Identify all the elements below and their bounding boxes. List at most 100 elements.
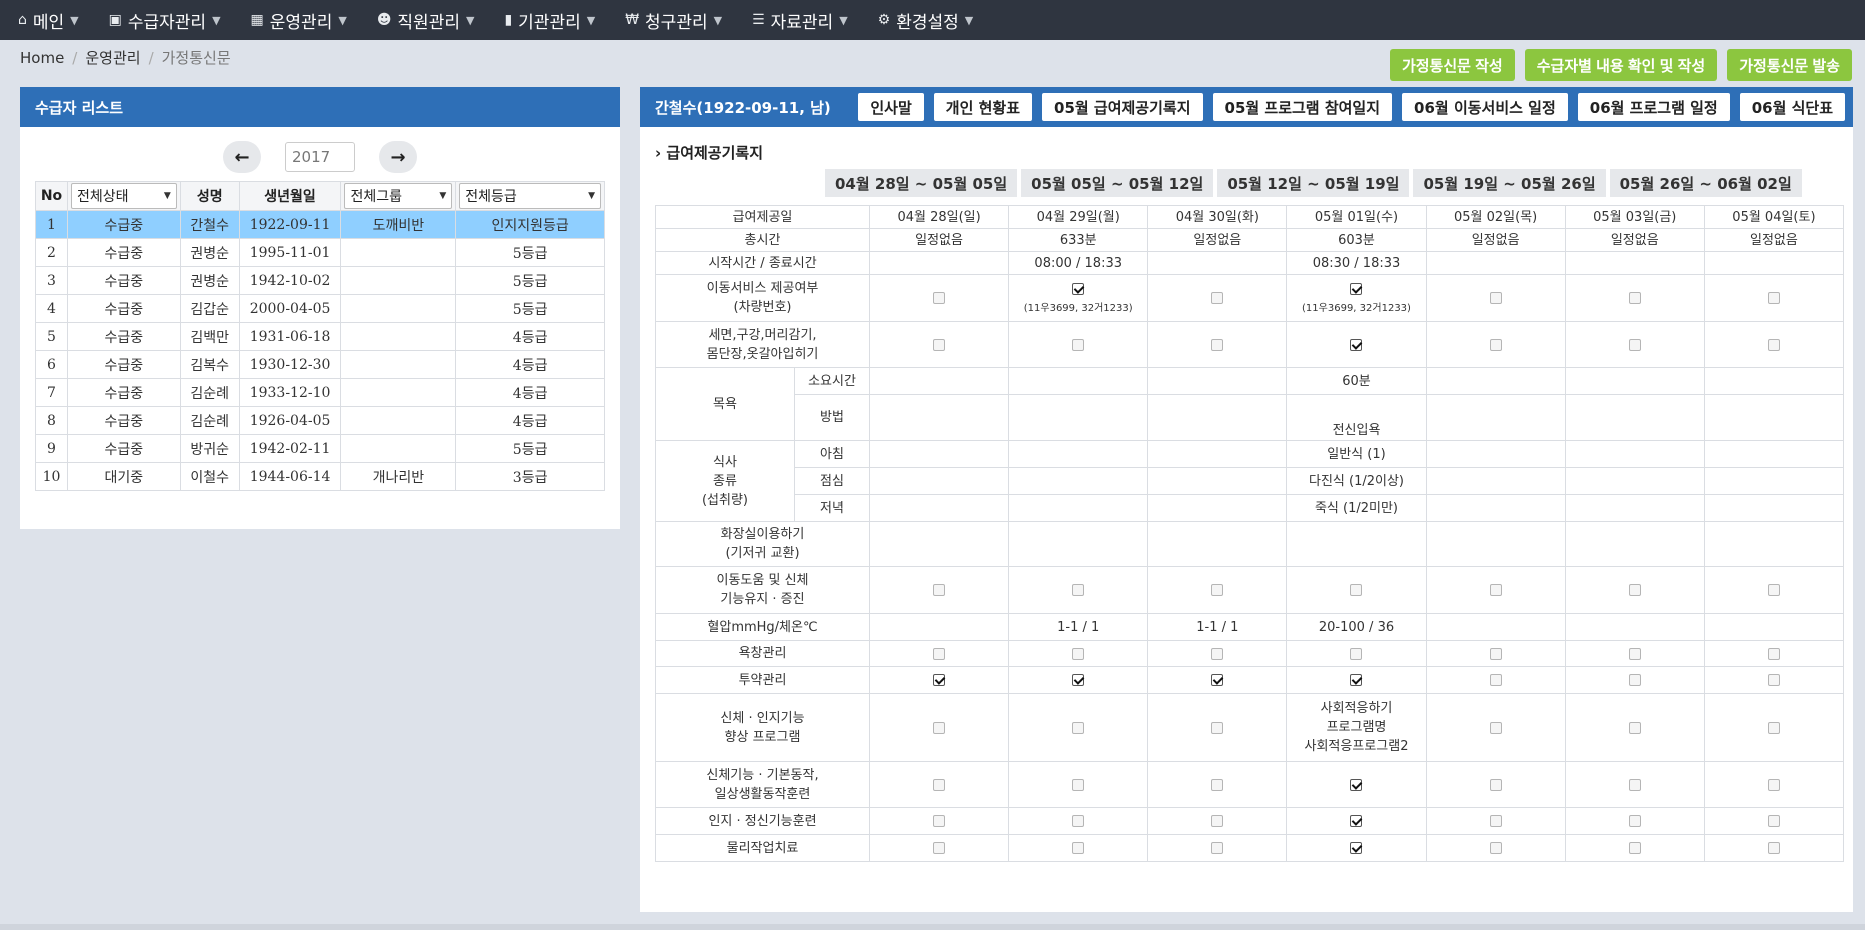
table-row[interactable]: 1 수급중 간철수 1922-09-11 도깨비반 인지지원등급: [35, 210, 605, 239]
detail-button-4[interactable]: 06월 이동서비스 일정: [1402, 93, 1568, 121]
nav-operation[interactable]: ▦ 운영관리 ▼: [251, 0, 347, 40]
checkbox[interactable]: [1767, 778, 1780, 791]
week-button-0[interactable]: 04월 28일 ~ 05월 05일: [825, 169, 1018, 197]
checkbox[interactable]: [1211, 778, 1224, 791]
checkbox[interactable]: [1628, 842, 1641, 854]
checkbox[interactable]: [1211, 338, 1224, 351]
checkbox[interactable]: [1211, 674, 1224, 686]
checkbox[interactable]: [1211, 815, 1224, 827]
checkbox[interactable]: [1072, 778, 1085, 791]
checkbox[interactable]: [1767, 721, 1780, 734]
detail-button-6[interactable]: 06월 식단표: [1739, 93, 1845, 121]
checkbox[interactable]: [1350, 778, 1363, 791]
checkbox[interactable]: [1767, 647, 1780, 660]
checkbox[interactable]: [1628, 584, 1641, 596]
checkbox[interactable]: [1350, 842, 1363, 854]
detail-button-2[interactable]: 05월 급여제공기록지: [1042, 93, 1203, 121]
checkbox[interactable]: [1350, 647, 1363, 660]
grade-filter-select[interactable]: 전체등급 ▼: [459, 183, 601, 209]
checkbox[interactable]: [1211, 721, 1224, 734]
nav-clients[interactable]: ▣ 수급자관리 ▼: [109, 0, 221, 40]
checkbox[interactable]: [1350, 674, 1363, 686]
checkbox[interactable]: [1211, 842, 1224, 854]
detail-button-0[interactable]: 인사말: [858, 93, 924, 121]
table-row[interactable]: 3 수급중 권병순 1942-10-02 5등급: [35, 266, 605, 295]
checkbox[interactable]: [1072, 721, 1085, 734]
checkbox[interactable]: [1489, 584, 1502, 596]
checkbox[interactable]: [1767, 338, 1780, 351]
checkbox[interactable]: [933, 815, 946, 827]
table-row[interactable]: 8 수급중 김순례 1926-04-05 4등급: [35, 406, 605, 435]
breadcrumb-home[interactable]: Home: [20, 49, 64, 67]
checkbox[interactable]: [1350, 815, 1363, 827]
checkbox[interactable]: [933, 647, 946, 660]
nav-settings[interactable]: ⚙ 환경설정 ▼: [878, 0, 974, 40]
checkbox[interactable]: [1211, 584, 1224, 596]
checkbox[interactable]: [1628, 815, 1641, 827]
checkbox[interactable]: [933, 674, 946, 686]
year-input[interactable]: 2017: [285, 142, 355, 172]
nav-billing[interactable]: ₩ 청구관리 ▼: [625, 0, 722, 40]
checkbox[interactable]: [1072, 674, 1085, 686]
checkbox[interactable]: [1072, 282, 1085, 295]
breadcrumb-section[interactable]: 운영관리: [85, 47, 140, 68]
checkbox[interactable]: [933, 778, 946, 791]
prev-year-button[interactable]: ←: [223, 141, 261, 173]
week-button-1[interactable]: 05월 05일 ~ 05월 12일: [1021, 169, 1214, 197]
checkbox[interactable]: [1211, 647, 1224, 660]
checkbox[interactable]: [1350, 282, 1363, 295]
checkbox[interactable]: [1767, 815, 1780, 827]
nav-main[interactable]: ⌂ 메인 ▼: [18, 0, 79, 40]
checkbox[interactable]: [933, 292, 946, 304]
checkbox[interactable]: [933, 338, 946, 351]
checkbox[interactable]: [1628, 721, 1641, 734]
checkbox[interactable]: [933, 721, 946, 734]
checkbox[interactable]: [1489, 338, 1502, 351]
checkbox[interactable]: [1350, 338, 1363, 351]
checkbox[interactable]: [1072, 584, 1085, 596]
checkbox[interactable]: [1072, 842, 1085, 854]
table-row[interactable]: 5 수급중 김백만 1931-06-18 4등급: [35, 322, 605, 351]
detail-button-3[interactable]: 05월 프로그램 참여일지: [1212, 93, 1393, 121]
table-row[interactable]: 9 수급중 방귀순 1942-02-11 5등급: [35, 434, 605, 463]
next-year-button[interactable]: →: [379, 141, 417, 173]
checkbox[interactable]: [1072, 647, 1085, 660]
send-newsletter-button[interactable]: 가정통신문 발송: [1727, 49, 1852, 81]
week-button-3[interactable]: 05월 19일 ~ 05월 26일: [1413, 169, 1606, 197]
week-button-2[interactable]: 05월 12일 ~ 05월 19일: [1217, 169, 1410, 197]
checkbox[interactable]: [1628, 647, 1641, 660]
checkbox[interactable]: [1211, 292, 1224, 304]
checkbox[interactable]: [933, 584, 946, 596]
group-filter-select[interactable]: 전체그룹 ▼: [344, 183, 453, 209]
detail-button-1[interactable]: 개인 현황표: [933, 93, 1033, 121]
nav-institution[interactable]: ▮ 기관관리 ▼: [504, 0, 595, 40]
write-newsletter-button[interactable]: 가정통신문 작성: [1389, 49, 1515, 81]
checkbox[interactable]: [1767, 292, 1780, 304]
checkbox[interactable]: [1489, 778, 1502, 791]
checkbox[interactable]: [1489, 721, 1502, 734]
checkbox[interactable]: [1628, 778, 1641, 791]
checkbox[interactable]: [1489, 842, 1502, 854]
table-row[interactable]: 10 대기중 이철수 1944-06-14 개나리반 3등급: [35, 462, 605, 491]
checkbox[interactable]: [1628, 674, 1641, 686]
check-per-client-button[interactable]: 수급자별 내용 확인 및 작성: [1524, 49, 1718, 81]
detail-button-5[interactable]: 06월 프로그램 일정: [1577, 93, 1730, 121]
checkbox[interactable]: [1489, 647, 1502, 660]
checkbox[interactable]: [1767, 674, 1780, 686]
checkbox[interactable]: [1072, 338, 1085, 351]
checkbox[interactable]: [1489, 674, 1502, 686]
nav-data[interactable]: ☰ 자료관리 ▼: [752, 0, 848, 40]
checkbox[interactable]: [1350, 584, 1363, 596]
nav-staff[interactable]: ☻ 직원관리 ▼: [377, 0, 475, 40]
checkbox[interactable]: [1767, 842, 1780, 854]
week-button-4[interactable]: 05월 26일 ~ 06월 02일: [1609, 169, 1802, 197]
checkbox[interactable]: [1628, 338, 1641, 351]
table-row[interactable]: 6 수급중 김복수 1930-12-30 4등급: [35, 350, 605, 379]
checkbox[interactable]: [1489, 292, 1502, 304]
table-row[interactable]: 7 수급중 김순례 1933-12-10 4등급: [35, 378, 605, 407]
table-row[interactable]: 2 수급중 권병순 1995-11-01 5등급: [35, 238, 605, 267]
status-filter-select[interactable]: 전체상태 ▼: [70, 183, 177, 209]
checkbox[interactable]: [1489, 815, 1502, 827]
checkbox[interactable]: [1072, 815, 1085, 827]
table-row[interactable]: 4 수급중 김갑순 2000-04-05 5등급: [35, 294, 605, 323]
